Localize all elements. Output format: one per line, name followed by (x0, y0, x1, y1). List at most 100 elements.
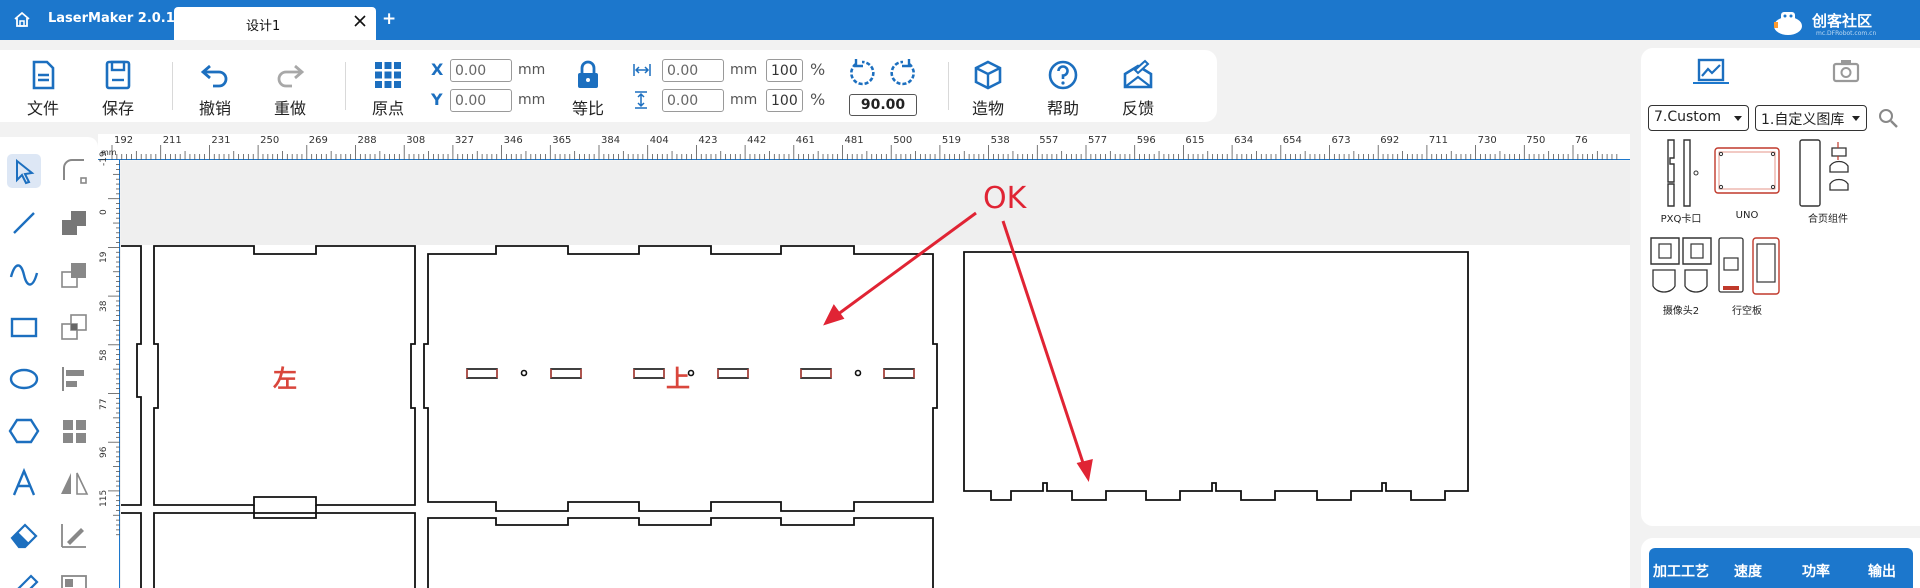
rectangle-tool[interactable] (7, 310, 41, 344)
header-process: 加工工艺 (1653, 564, 1709, 580)
curve-icon (9, 264, 39, 286)
vertical-ruler[interactable]: -19 0 19 38 58 77 96 115 (98, 151, 120, 588)
boolean-subtract-tool[interactable] (57, 258, 91, 292)
category-select[interactable]: 7.Custom (1648, 105, 1749, 131)
text-a-icon (12, 467, 36, 496)
layout-icon (61, 575, 87, 588)
chevron-down-icon (1852, 116, 1860, 121)
ruler-tick-label: 269 (308, 135, 328, 146)
y-axis-label: Y (431, 90, 443, 109)
library-item-hinge[interactable]: 合页组件 (1788, 138, 1868, 225)
library-select-value: 1.自定义图库 (1761, 112, 1845, 128)
y-unit: mm (518, 92, 546, 108)
hinge-component-icon (1799, 139, 1849, 207)
help-button[interactable]: 帮助 (1031, 58, 1095, 120)
polygon-tool[interactable] (7, 414, 41, 448)
header-power: 功率 (1802, 564, 1830, 580)
ruler-tick-label: 634 (1234, 135, 1254, 146)
ruler-tick-label: 250 (260, 135, 280, 146)
library-select[interactable]: 1.自定义图库 (1755, 105, 1867, 131)
align-tool[interactable] (57, 362, 91, 396)
ruler-tick-label: 673 (1331, 135, 1351, 146)
curve-tool[interactable] (7, 258, 41, 292)
uno-board-icon (1714, 147, 1780, 194)
feedback-button[interactable]: 反馈 (1106, 58, 1170, 120)
ruler-tick-label: 615 (1185, 135, 1205, 146)
library-item-unihiker[interactable]: 行空板 (1707, 234, 1787, 317)
category-select-value: 7.Custom (1654, 109, 1721, 125)
rotate-ccw-icon[interactable] (847, 58, 877, 88)
rotation-angle-input[interactable]: 90.00 (849, 94, 917, 116)
undo-button[interactable]: 撤销 (183, 58, 247, 120)
chart-icon[interactable] (1691, 52, 1731, 92)
node-edit-tool[interactable] (57, 154, 91, 188)
hexagon-icon (8, 418, 40, 444)
ruler-icon (17, 574, 39, 588)
help-label: 帮助 (1046, 99, 1079, 118)
mirror-tool[interactable] (57, 466, 91, 500)
proportional-lock-button[interactable]: 等比 (556, 58, 620, 120)
height-percent-sign: % (810, 90, 826, 109)
undo-icon (200, 64, 228, 88)
new-tab-button[interactable]: + (382, 9, 396, 29)
rotate-cw-icon[interactable] (888, 58, 918, 88)
height-input[interactable] (662, 89, 724, 112)
measure-tool[interactable] (57, 518, 91, 552)
ruler-tick-label: 442 (747, 135, 767, 146)
close-icon[interactable] (352, 13, 368, 29)
layout-tool[interactable] (57, 570, 91, 588)
community-logo[interactable]: 创客社区 mc.DFRobot.com.cn (1768, 8, 1920, 37)
width-percent-input[interactable] (766, 59, 803, 82)
ruler-tick-label: 38 (99, 300, 109, 313)
select-tool[interactable] (7, 154, 41, 188)
ruler-tool[interactable] (7, 570, 41, 588)
panel-top-label: 上 (666, 365, 690, 393)
unihiker-board-icon (1718, 237, 1780, 295)
x-axis-label: X (431, 60, 444, 79)
boolean-intersect-tool[interactable] (57, 310, 91, 344)
horizontal-ruler[interactable]: 192 211 231 250 269 288 308 327 346 365 384 404 423 4… (98, 134, 1630, 160)
y-position-input[interactable] (450, 89, 512, 112)
app-name: LaserMaker 2.0.16 (48, 11, 184, 26)
x-position-input[interactable] (450, 59, 512, 82)
ruler-tick-label: 96 (99, 446, 109, 459)
tab-design-1[interactable]: 设计1 (174, 7, 376, 40)
height-percent-input[interactable] (766, 89, 803, 112)
eraser-icon (10, 523, 38, 549)
redo-button[interactable]: 重做 (258, 58, 322, 120)
mirror-icon (61, 472, 89, 495)
library-item-uno[interactable]: UNO (1707, 138, 1787, 221)
ellipse-tool[interactable] (7, 362, 41, 396)
origin-button[interactable]: 原点 (356, 58, 420, 120)
width-input[interactable] (662, 59, 724, 82)
eraser-tool[interactable] (7, 518, 41, 552)
file-button[interactable]: 文件 (11, 58, 75, 120)
lasermaker-window: LaserMaker 2.0.16 设计1 + 创客社区 mc.DFRobot.… (0, 0, 1920, 588)
panel-left-label: 左 (273, 365, 297, 393)
library-item-label: UNO (1735, 210, 1759, 221)
camera-icon[interactable] (1826, 52, 1866, 92)
design-canvas[interactable]: 左 上 OK (121, 161, 1630, 588)
boolean-union-tool[interactable] (57, 206, 91, 240)
header-speed: 速度 (1734, 564, 1762, 580)
search-icon[interactable] (1877, 107, 1899, 129)
build-label: 造物 (971, 99, 1004, 118)
width-unit: mm (730, 62, 758, 78)
ruler-tick-label: 596 (1136, 135, 1156, 146)
text-tool[interactable] (7, 466, 41, 500)
ellipse-icon (9, 368, 39, 390)
build-button[interactable]: 造物 (956, 58, 1020, 120)
save-button[interactable]: 保存 (86, 58, 150, 120)
ruler-tick-label: 557 (1039, 135, 1059, 146)
ruler-tick-label: 538 (990, 135, 1010, 146)
ruler-tick-label: 404 (649, 135, 669, 146)
robot-logo-icon (1774, 12, 1802, 35)
array-tool[interactable] (57, 414, 91, 448)
line-tool[interactable] (7, 206, 41, 240)
home-button[interactable] (10, 8, 34, 32)
ruler-tick-label: 711 (1428, 135, 1448, 146)
intersect-icon (61, 314, 87, 340)
ruler-tick-label: 0 (99, 208, 109, 215)
ruler-tick-label: 730 (1477, 135, 1497, 146)
library-item-label: 合页组件 (1808, 214, 1848, 225)
